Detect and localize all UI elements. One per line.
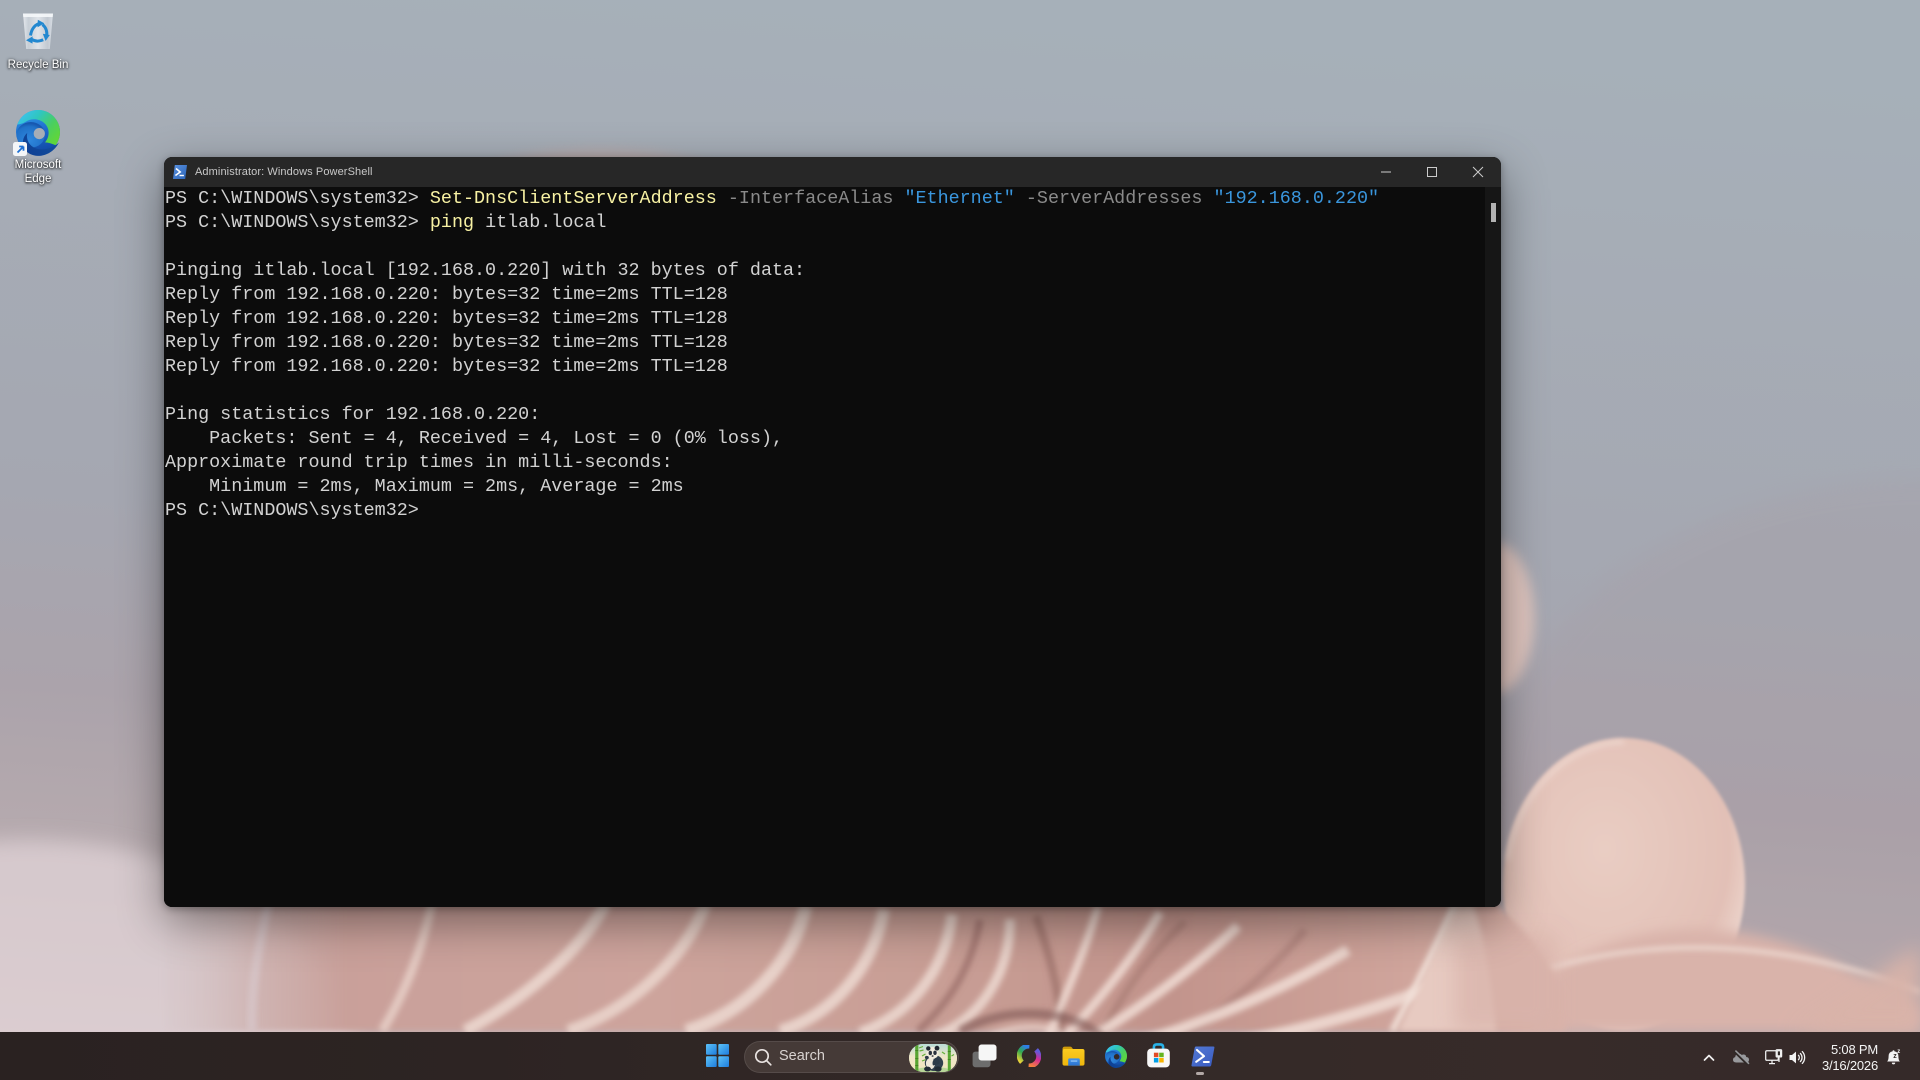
svg-text:z: z xyxy=(1897,1049,1900,1055)
